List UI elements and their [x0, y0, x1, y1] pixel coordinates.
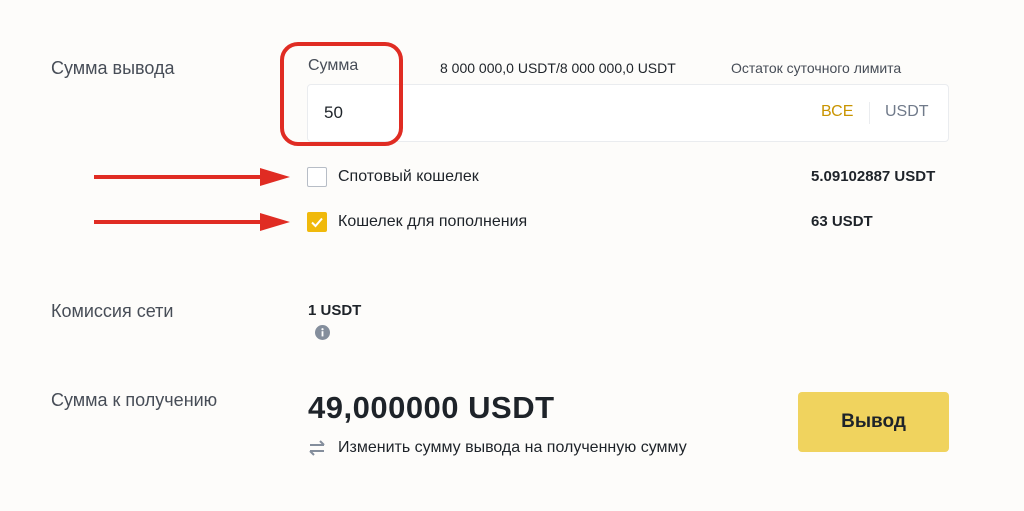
annotation-arrow-icon	[94, 168, 290, 186]
unit-divider	[869, 102, 870, 124]
spot-wallet-checkbox[interactable]	[307, 167, 327, 187]
daily-limit-label: Остаток суточного лимита	[731, 60, 902, 76]
info-icon[interactable]	[315, 325, 330, 340]
funding-wallet-checkbox[interactable]	[307, 212, 327, 232]
amount-input[interactable]	[324, 85, 724, 141]
switch-to-received-amount-link[interactable]: Изменить сумму вывода на полученную сумм…	[338, 439, 687, 457]
withdraw-button[interactable]: Вывод	[798, 392, 949, 452]
annotation-arrow-icon	[94, 213, 290, 231]
network-fee-value: 1 USDT	[308, 302, 362, 319]
funding-wallet-label: Кошелек для пополнения	[338, 213, 528, 230]
spot-wallet-label: Спотовый кошелек	[338, 168, 479, 185]
swap-arrows-icon[interactable]	[308, 440, 326, 456]
daily-limit-value: 8 000 000,0 USDT/8 000 000,0 USDT	[440, 60, 676, 76]
withdraw-amount-label: Сумма вывода	[51, 58, 175, 78]
withdraw-form: Сумма вывода Сумма 8 000 000,0 USDT/8 00…	[0, 0, 1024, 511]
funding-wallet-balance: 63 USDT	[811, 213, 873, 230]
receive-amount-label: Сумма к получению	[51, 390, 218, 410]
amount-unit: USDT	[885, 103, 929, 120]
amount-caption: Сумма	[308, 57, 359, 74]
amount-field: ВСЕ USDT	[307, 84, 949, 142]
max-all-button[interactable]: ВСЕ	[821, 103, 853, 121]
checkmark-icon	[311, 217, 323, 228]
receive-amount-value: 49,000000 USDT	[308, 390, 555, 425]
spot-wallet-balance: 5.09102887 USDT	[811, 168, 936, 185]
network-fee-label: Комиссия сети	[51, 301, 174, 321]
